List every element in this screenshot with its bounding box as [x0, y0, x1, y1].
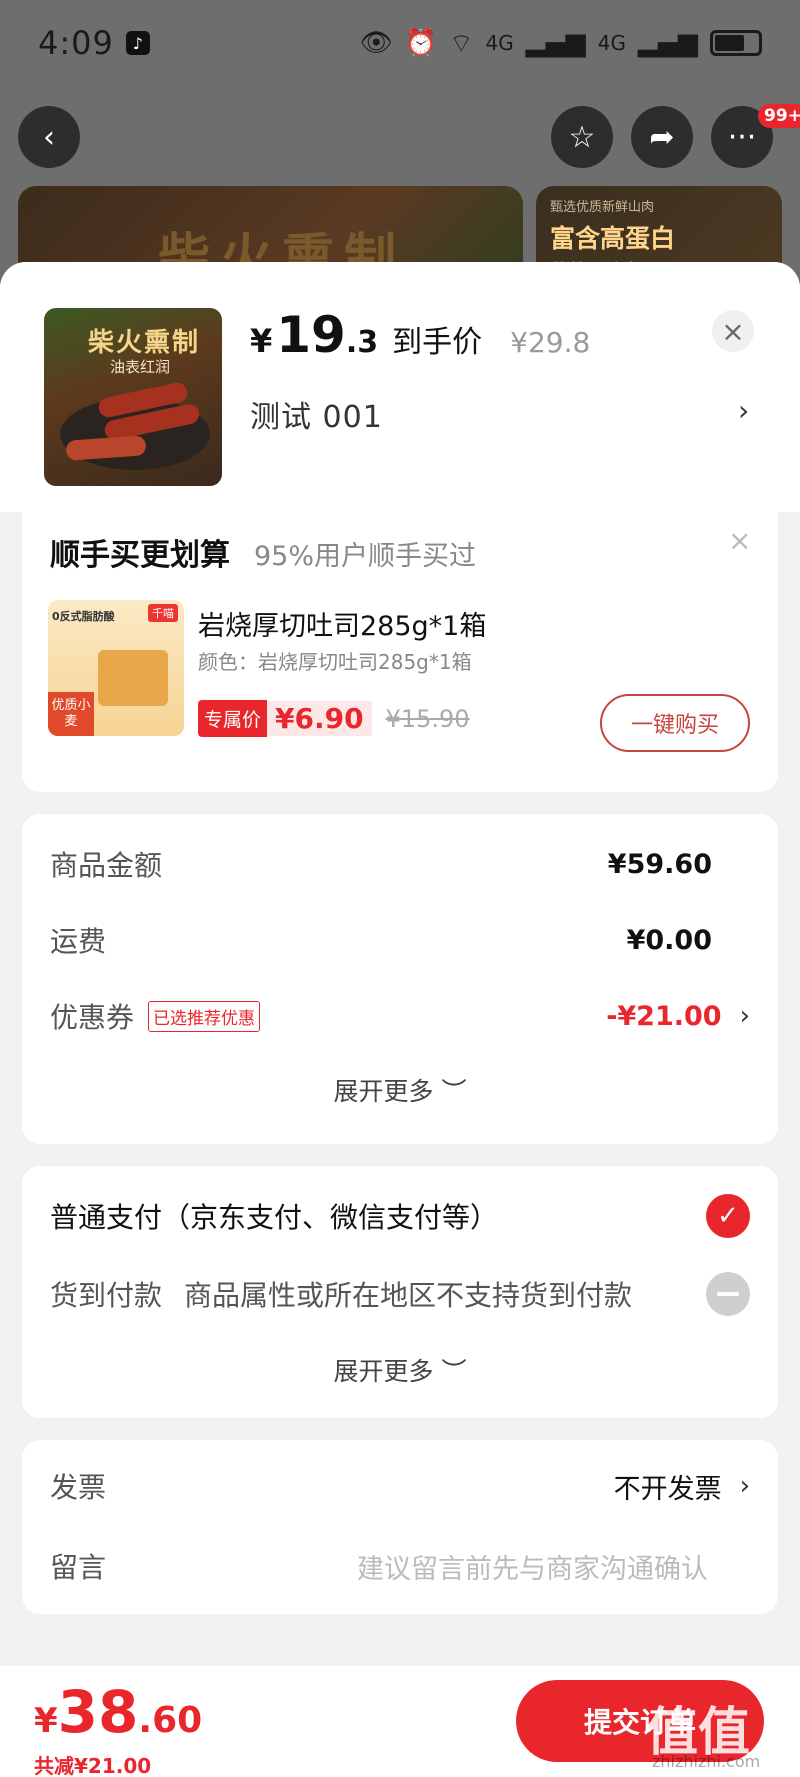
coupon-value: -¥21.00	[606, 1000, 722, 1032]
cod-label: 货到付款	[50, 1279, 163, 1312]
chevron-right-icon[interactable]: ›	[738, 394, 749, 427]
add-on-title: 顺手买更划算	[50, 538, 230, 573]
check-selected-icon[interactable]: ✓	[706, 1194, 750, 1238]
thumb-title: 柴火熏制	[88, 328, 201, 358]
payment-card: 普通支付（京东支付、微信支付等） ✓ 货到付款 商品属性或所在地区不支持货到付款…	[22, 1166, 778, 1418]
banner-headline: 富含高蛋白	[550, 224, 676, 253]
status-bar: 4:09 ♪ 👁 ⏰ ⌔ 4G ▂▄▆ 4G ▂▄▆	[0, 0, 800, 86]
nav-row: ‹ ☆ ➦ ··· 99+	[0, 104, 800, 170]
normal-payment-label: 普通支付（京东支付、微信支付等）	[50, 1201, 499, 1234]
shipping-label: 运费	[50, 925, 107, 958]
alarm-icon: ⏰	[404, 28, 438, 58]
total-decimal: .60	[138, 1700, 203, 1741]
price-integer: 19	[276, 306, 346, 364]
goods-amount-row: 商品金额 ¥59.60	[50, 844, 750, 884]
thumb-subtitle: 油表红润	[110, 358, 171, 376]
total-integer: 38	[57, 1678, 139, 1746]
original-price: ¥29.8	[510, 326, 591, 359]
shipping-row: 运费 ¥0.00	[50, 920, 750, 960]
chevron-right-icon: ›	[739, 1001, 750, 1031]
status-icons: 👁 ⏰ ⌔ 4G ▂▄▆ 4G ▂▄▆	[360, 27, 762, 60]
tiktok-icon: ♪	[125, 31, 150, 55]
signal-icon: ▂▄▆	[525, 28, 586, 58]
normal-payment-row[interactable]: 普通支付（京东支付、微信支付等） ✓	[50, 1194, 750, 1238]
network-label: 4G	[485, 31, 514, 55]
share-icon: ➦	[649, 119, 675, 155]
invoice-card: 发票 不开发票 › 留言 建议留言前先与商家沟通确认	[22, 1440, 778, 1614]
favorite-button[interactable]: ☆	[551, 106, 613, 168]
add-on-card: 顺手买更划算 95%用户顺手买过 × 千喵 0反式脂肪酸 优质小麦 岩烧厚切吐司…	[22, 512, 778, 792]
add-on-item-name: 岩烧厚切吐司285g*1箱	[198, 611, 487, 642]
price-symbol: ¥	[250, 322, 273, 360]
close-icon: ×	[721, 314, 745, 348]
add-on-original-price: ¥15.90	[385, 704, 470, 733]
goods-amount-label: 商品金额	[50, 849, 163, 882]
total-price: ¥ 38 .60	[34, 1678, 202, 1746]
notification-badge: 99+	[758, 104, 800, 128]
invoice-row[interactable]: 发票 不开发票 ›	[50, 1466, 750, 1506]
coupon-label: 优惠券	[50, 1001, 135, 1034]
price-block: ¥ 19 .3 到手价 ¥29.8	[250, 306, 590, 364]
message-input[interactable]: 建议留言前先与商家沟通确认	[357, 1547, 708, 1586]
eye-icon: 👁	[359, 28, 393, 58]
product-header: 柴火熏制 油表红润 ¥ 19 .3 到手价 ¥29.8 × 测试 001 ›	[0, 262, 800, 512]
status-time: 4:09	[38, 24, 114, 62]
exclusive-price-label: 专属价	[198, 700, 268, 737]
exclusive-price: ¥6.90	[267, 701, 372, 736]
message-label: 留言	[50, 1551, 107, 1584]
battery-icon	[710, 30, 762, 56]
product-thumbnail[interactable]: 柴火熏制 油表红润	[44, 308, 222, 486]
network-label-2: 4G	[597, 31, 626, 55]
price-tag: 到手价	[392, 325, 483, 360]
price-decimal: .3	[345, 325, 379, 360]
more-icon: ···	[727, 119, 757, 155]
thumb-brand: 千喵	[148, 604, 178, 622]
add-on-thumbnail[interactable]: 千喵 0反式脂肪酸 优质小麦	[48, 600, 184, 736]
share-button[interactable]: ➦	[631, 106, 693, 168]
bread-image	[98, 650, 168, 706]
one-click-buy-button[interactable]: 一键购买	[600, 694, 750, 752]
banner-small-text: 甄选优质新鲜山肉	[550, 200, 655, 215]
chevron-left-icon: ‹	[43, 119, 55, 155]
amount-card: 商品金额 ¥59.60 运费 ¥0.00 优惠券 已选推荐优惠 -¥21.00 …	[22, 814, 778, 1144]
invoice-label: 发票	[50, 1471, 107, 1504]
add-on-price-row: 专属价 ¥6.90 ¥15.90	[198, 700, 470, 737]
watermark-url: zhizhizhi.com	[652, 1752, 761, 1771]
cod-note: 商品属性或所在地区不支持货到付款	[184, 1279, 633, 1312]
expand-more-payment[interactable]: 展开更多 ︶	[22, 1352, 778, 1388]
shipping-value: ¥0.00	[626, 924, 712, 956]
signal-icon-2: ▂▄▆	[638, 28, 698, 58]
total-symbol: ¥	[34, 1701, 58, 1741]
close-button[interactable]: ×	[712, 310, 754, 352]
total-saved: 共减¥21.00	[34, 1754, 152, 1777]
back-button[interactable]: ‹	[18, 106, 80, 168]
goods-amount-value: ¥59.60	[607, 848, 712, 880]
wifi-icon: ⌔	[449, 28, 474, 59]
invoice-value: 不开发票	[613, 1473, 722, 1505]
add-on-item-spec: 颜色：岩烧厚切吐司285g*1箱	[198, 650, 472, 674]
add-on-subtitle: 95%用户顺手买过	[254, 541, 477, 572]
coupon-row[interactable]: 优惠券 已选推荐优惠 -¥21.00 ›	[50, 996, 750, 1036]
order-sheet: 柴火熏制 油表红润 ¥ 19 .3 到手价 ¥29.8 × 测试 001 › 顺…	[0, 262, 800, 1777]
selected-variant[interactable]: 测试 001	[250, 392, 383, 436]
star-icon: ☆	[568, 119, 596, 155]
disabled-icon	[706, 1272, 750, 1316]
cod-payment-row: 货到付款 商品属性或所在地区不支持货到付款	[50, 1272, 750, 1316]
message-row[interactable]: 留言 建议留言前先与商家沟通确认	[50, 1546, 750, 1586]
thumb-label: 0反式脂肪酸	[52, 610, 115, 623]
coupon-tag: 已选推荐优惠	[148, 1000, 261, 1032]
chevron-right-icon: ›	[739, 1471, 750, 1501]
close-icon[interactable]: ×	[728, 524, 751, 557]
thumb-quality: 优质小麦	[48, 692, 94, 736]
expand-more-amount[interactable]: 展开更多 ︶	[22, 1072, 778, 1108]
